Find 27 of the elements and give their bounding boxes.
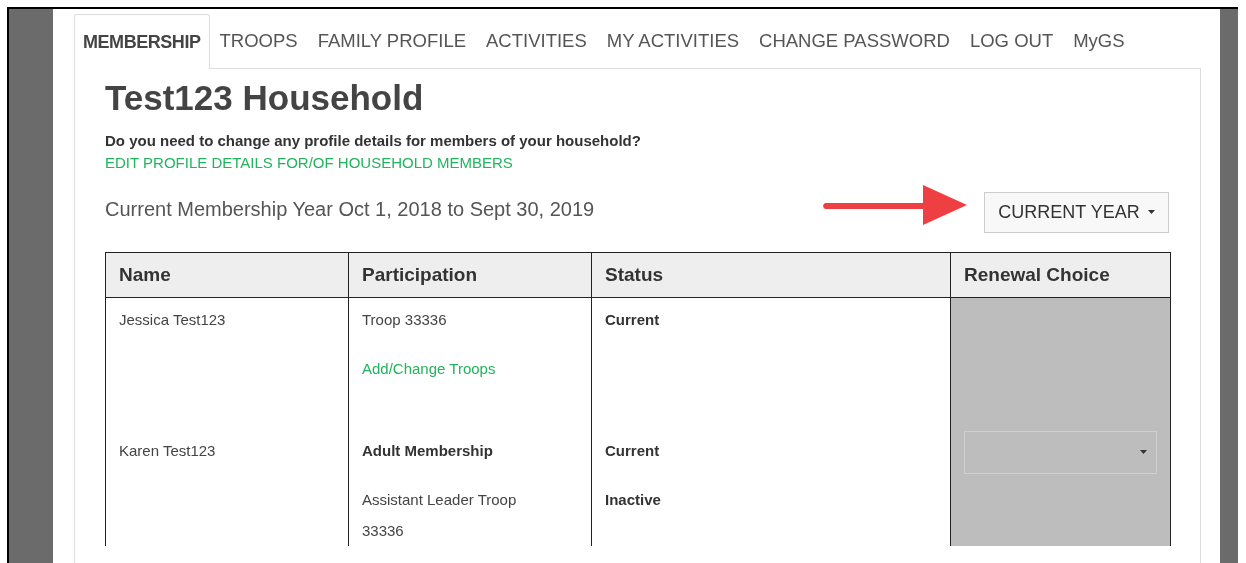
- membership-year-text: Current Membership Year Oct 1, 2018 to Sept 30, 2019: [105, 197, 595, 222]
- caret-icon: [1147, 210, 1155, 214]
- status-text: Current: [605, 310, 661, 330]
- column-header: Participation: [348, 252, 592, 298]
- nav-tab[interactable]: CHANGE PASSWORD: [749, 13, 960, 68]
- renewal-dropdown[interactable]: [964, 430, 1157, 474]
- nav-tab[interactable]: ACTIVITIES: [476, 13, 597, 68]
- participation-text: Troop 33336: [362, 310, 448, 330]
- page-title: Test123 Household: [105, 78, 425, 118]
- nav-tab[interactable]: MEMBERSHIP: [74, 14, 210, 69]
- nav-tab[interactable]: TROOPS: [209, 13, 308, 68]
- question-text: Do you need to change any profile details for members of your household?: [105, 131, 642, 151]
- table-cell-text: Karen Test123: [119, 440, 217, 461]
- participation-text: Assistant Leader Troop 33336: [362, 489, 518, 541]
- column-header: Name: [105, 252, 349, 298]
- column-header: Status: [591, 252, 951, 298]
- year-dropdown[interactable]: CURRENT YEAR: [984, 191, 1169, 233]
- participation-text: Adult Membership: [362, 440, 494, 461]
- nav-tab[interactable]: FAMILY PROFILE: [307, 13, 477, 68]
- status-text: Inactive: [605, 489, 662, 510]
- caret-icon: [1140, 450, 1147, 454]
- column-header: Renewal Choice: [950, 252, 1171, 298]
- nav-tab[interactable]: MY ACTIVITIES: [596, 13, 750, 68]
- nav-tab[interactable]: LOG OUT: [959, 13, 1064, 68]
- table-cell-text: Jessica Test123: [119, 310, 227, 330]
- nav-tab[interactable]: MyGS: [1063, 13, 1135, 68]
- status-text: Current: [605, 440, 661, 461]
